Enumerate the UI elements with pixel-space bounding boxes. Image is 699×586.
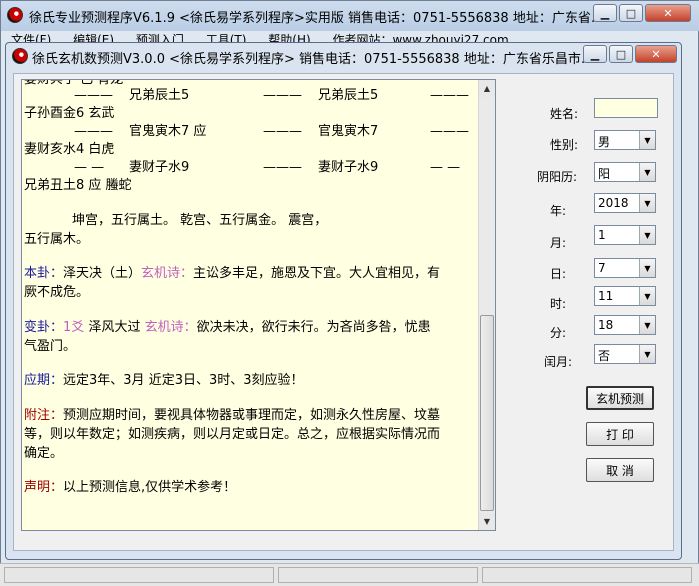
yao-line: ———	[263, 88, 302, 103]
leap-label: 闰月:	[544, 355, 573, 369]
gender-value: 男	[598, 135, 611, 149]
day-label: 日:	[550, 267, 567, 281]
hexagram-row-1b: 兄弟辰土5	[318, 88, 379, 103]
yingqi-label: 应期：	[24, 373, 64, 388]
minimize-icon[interactable]: ▁	[593, 4, 617, 22]
dialog-client-area: 妻财兵子 已 青龙 ——— 兄弟辰土5 ——— 兄弟辰土5 ——— 子孙酉金6 …	[13, 73, 674, 551]
biangua-poem-label: 玄机诗：	[144, 320, 197, 335]
status-cell-3	[482, 567, 692, 583]
hexagram-row-3a: 官鬼寅木7 应	[129, 124, 207, 139]
chevron-down-icon[interactable]: ▼	[639, 287, 655, 305]
status-cell-1	[4, 567, 274, 583]
maximize-icon[interactable]: □	[619, 4, 643, 22]
gender-label: 性别:	[550, 138, 579, 152]
calendar-value: 阳	[598, 167, 611, 181]
print-button[interactable]: 打 印	[586, 422, 654, 446]
palace-line: 坤宫，五行属土。 乾宫、五行属金。 震宫，	[72, 213, 328, 228]
chevron-down-icon[interactable]: ▼	[639, 226, 655, 244]
name-input[interactable]	[594, 98, 658, 118]
background-window-title: 徐氏专业预测程序V6.1.9 <徐氏易学系列程序>实用版 销售电话：0751-5…	[29, 11, 604, 26]
bengua-label: 本卦：	[24, 266, 64, 281]
chevron-down-icon[interactable]: ▼	[639, 163, 655, 181]
dialog-close-icon[interactable]: ✕	[635, 45, 677, 63]
fuzhu-label: 附注：	[24, 408, 64, 423]
name-label: 姓名:	[550, 107, 579, 121]
hexagram-row-5a: 妻财子水9	[129, 160, 190, 175]
bengua-text: 泽天决（土）	[63, 266, 142, 281]
scroll-down-icon[interactable]: ▼	[479, 513, 495, 530]
fuzhu-line-2: 等，则以年数定；如测疾病，则以月定或日定。总之，应根据实际情况而	[24, 427, 441, 442]
fuzhu-line-3: 确定。	[24, 446, 64, 461]
dialog-logo-icon	[12, 48, 28, 64]
palace-line-2: 五行属木。	[24, 232, 90, 247]
hexagram-row-2: 子孙酉金6 玄武	[24, 106, 115, 121]
gender-select[interactable]: 男 ▼	[594, 130, 656, 150]
yao-line: — —	[430, 160, 461, 175]
scroll-thumb[interactable]	[480, 315, 494, 511]
hexagram-row-5b: 妻财子水9	[318, 160, 379, 175]
result-text-area[interactable]: 妻财兵子 已 青龙 ——— 兄弟辰土5 ——— 兄弟辰土5 ——— 子孙酉金6 …	[21, 79, 496, 531]
shengming-text: 以上预测信息,仅供学术参考！	[63, 480, 237, 495]
chevron-down-icon[interactable]: ▼	[639, 345, 655, 363]
hour-value: 11	[598, 289, 614, 303]
shengming-label: 声明：	[24, 480, 64, 495]
yao-line: ———	[74, 124, 113, 139]
status-cell-2	[278, 567, 478, 583]
bengua-poem: 主讼多丰足，施恩及下宜。大人宜相见，有	[193, 266, 441, 281]
calendar-select[interactable]: 阳 ▼	[594, 162, 656, 182]
cancel-button[interactable]: 取 消	[586, 458, 654, 482]
chevron-down-icon[interactable]: ▼	[639, 131, 655, 149]
hexagram-row-1a: 兄弟辰土5	[129, 88, 190, 103]
hexagram-row-4: 妻财亥水4 白虎	[24, 142, 115, 157]
chevron-down-icon[interactable]: ▼	[639, 316, 655, 334]
biangua-poem: 欲决未决，欲行未行。为吝尚多咎，忧患	[196, 320, 431, 335]
hour-label: 时:	[550, 297, 567, 311]
leap-select[interactable]: 否 ▼	[594, 344, 656, 364]
month-select[interactable]: 1 ▼	[594, 225, 656, 245]
calendar-label: 阴阳历:	[537, 170, 578, 184]
yingqi-text: 远定3年、3月 近定3日、3时、3刻应验！	[63, 373, 304, 388]
yao-line: — —	[74, 160, 105, 175]
year-select[interactable]: 2018 ▼	[594, 193, 656, 213]
biangua-num: 1爻	[63, 320, 85, 335]
prediction-window: 徐氏玄机数预测V3.0.0 <徐氏易学系列程序> 销售电话：0751-55568…	[5, 42, 682, 560]
dialog-maximize-icon[interactable]: □	[609, 45, 633, 63]
year-value: 2018	[598, 196, 629, 210]
background-title-bar: 徐氏专业预测程序V6.1.9 <徐氏易学系列程序>实用版 销售电话：0751-5…	[1, 1, 699, 31]
yao-line: ———	[430, 124, 469, 139]
fuzhu-line-1: 预测应期时间，要视具体物器或事理而定，如测永久性房屋、坟墓	[63, 408, 441, 423]
bengua-poem-label: 玄机诗：	[141, 266, 194, 281]
minute-label: 分:	[550, 326, 567, 340]
app-logo-icon	[7, 7, 23, 23]
minute-value: 18	[598, 318, 614, 332]
hexagram-row-6: 兄弟丑土8 应 螣蛇	[24, 178, 132, 193]
biangua-poem-2: 气盈门。	[24, 339, 77, 354]
biangua-label: 变卦：	[24, 320, 64, 335]
prediction-title-bar: 徐氏玄机数预测V3.0.0 <徐氏易学系列程序> 销售电话：0751-55568…	[6, 43, 681, 69]
chevron-down-icon[interactable]: ▼	[639, 194, 655, 212]
yao-line: ———	[263, 124, 302, 139]
leap-value: 否	[598, 349, 611, 363]
month-label: 月:	[550, 236, 567, 250]
scroll-up-icon[interactable]: ▲	[479, 80, 495, 97]
day-select[interactable]: 7 ▼	[594, 258, 656, 278]
bengua-poem-2: 厥不成危。	[24, 285, 90, 300]
yao-line: ———	[263, 160, 302, 175]
hour-select[interactable]: 11 ▼	[594, 286, 656, 306]
dialog-minimize-icon[interactable]: ▁	[583, 45, 607, 63]
vertical-scrollbar[interactable]: ▲ ▼	[478, 80, 495, 530]
status-bar	[0, 563, 699, 586]
biangua-text: 泽风大过	[88, 320, 145, 335]
close-icon[interactable]: ✕	[645, 4, 691, 22]
chevron-down-icon[interactable]: ▼	[639, 259, 655, 277]
yao-line: ———	[430, 88, 469, 103]
yao-line: ———	[74, 88, 113, 103]
hexagram-row-3b: 官鬼寅木7	[318, 124, 379, 139]
minute-select[interactable]: 18 ▼	[594, 315, 656, 335]
day-value: 7	[598, 261, 606, 275]
prediction-window-title: 徐氏玄机数预测V3.0.0 <徐氏易学系列程序> 销售电话：0751-55568…	[32, 52, 594, 67]
year-label: 年:	[550, 204, 567, 218]
month-value: 1	[598, 228, 606, 242]
predict-button[interactable]: 玄机预测	[586, 386, 654, 410]
